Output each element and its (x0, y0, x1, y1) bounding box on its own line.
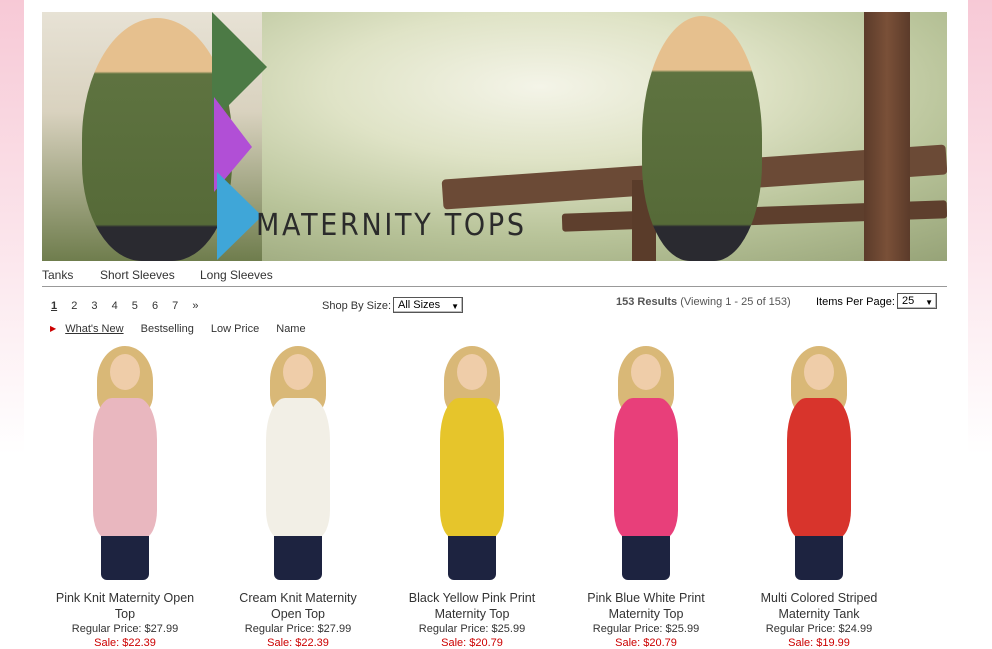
page-link-7[interactable]: 7 (172, 300, 178, 312)
regular-price: Regular Price: $27.99 (244, 623, 352, 635)
dropdown-arrow-icon: ▼ (451, 302, 459, 311)
dropdown-arrow-icon: ▼ (925, 298, 933, 307)
active-sort-arrow-icon: ▶ (50, 324, 57, 333)
size-filter-value: All Sizes (398, 299, 441, 311)
tab-long-sleeves[interactable]: Long Sleeves (200, 268, 273, 282)
page-link-5[interactable]: 5 (132, 300, 138, 312)
product-image[interactable] (75, 346, 175, 586)
sort-options: ▶ What's New Bestselling Low Price Name (50, 323, 320, 335)
sort-name[interactable]: Name (276, 323, 305, 335)
model-photo-right (642, 16, 762, 261)
sale-price: Sale: $22.39 (94, 637, 156, 649)
model-photo-left (82, 18, 232, 261)
page-link-1[interactable]: 1 (51, 300, 57, 312)
page-link-6[interactable]: 6 (152, 300, 158, 312)
category-tabs: Tanks Short Sleeves Long Sleeves (42, 268, 947, 287)
pagination: 1 2 3 4 5 6 7 » (51, 300, 209, 312)
items-per-page-label: Items Per Page: (816, 296, 895, 308)
product-card[interactable]: Cream Knit Maternity Open Top Regular Pr… (211, 340, 385, 649)
sort-whats-new[interactable]: What's New (65, 323, 123, 335)
product-image[interactable] (248, 346, 348, 586)
results-count: 153 Results (616, 296, 678, 308)
tab-tanks[interactable]: Tanks (42, 268, 73, 282)
banner-title: MATERNITY TOPS (256, 208, 527, 243)
product-name[interactable]: Black Yellow Pink Print Maternity Top (385, 590, 559, 622)
sort-bestselling[interactable]: Bestselling (141, 323, 194, 335)
product-name[interactable]: Multi Colored Striped Maternity Tank (732, 590, 906, 622)
items-per-page-select[interactable]: 25 ▼ (897, 293, 937, 309)
product-image[interactable] (769, 346, 869, 586)
page-link-2[interactable]: 2 (71, 300, 77, 312)
results-viewing: (Viewing 1 - 25 of 153) (680, 296, 791, 308)
items-per-page-value: 25 (902, 295, 915, 307)
size-filter-label: Shop By Size: (322, 300, 392, 312)
product-image[interactable] (422, 346, 522, 586)
regular-price: Regular Price: $27.99 (71, 623, 179, 635)
page: MATERNITY TOPS Tanks Short Sleeves Long … (24, 0, 968, 649)
sale-price: Sale: $22.39 (267, 637, 329, 649)
sale-price: Sale: $20.79 (441, 637, 503, 649)
maternity-tops-banner: MATERNITY TOPS (42, 12, 947, 261)
size-filter-select[interactable]: All Sizes ▼ (393, 297, 463, 313)
sale-price: Sale: $20.79 (615, 637, 677, 649)
page-link-4[interactable]: 4 (112, 300, 118, 312)
results-summary: 153 Results (Viewing 1 - 25 of 153) (616, 296, 791, 308)
page-link-3[interactable]: 3 (91, 300, 97, 312)
product-card[interactable]: Black Yellow Pink Print Maternity Top Re… (385, 340, 559, 649)
tab-short-sleeves[interactable]: Short Sleeves (100, 268, 175, 282)
regular-price: Regular Price: $25.99 (418, 623, 526, 635)
sale-price: Sale: $19.99 (788, 637, 850, 649)
product-name[interactable]: Cream Knit Maternity Open Top (211, 590, 385, 622)
product-image[interactable] (596, 346, 696, 586)
product-card[interactable]: Pink Knit Maternity Open Top Regular Pri… (38, 340, 212, 649)
next-page-link[interactable]: » (192, 300, 198, 312)
product-name[interactable]: Pink Knit Maternity Open Top (38, 590, 212, 622)
product-card[interactable]: Multi Colored Striped Maternity Tank Reg… (732, 340, 906, 649)
product-name[interactable]: Pink Blue White Print Maternity Top (559, 590, 733, 622)
regular-price: Regular Price: $25.99 (592, 623, 700, 635)
regular-price: Regular Price: $24.99 (765, 623, 873, 635)
sort-low-price[interactable]: Low Price (211, 323, 259, 335)
product-card[interactable]: Pink Blue White Print Maternity Top Regu… (559, 340, 733, 649)
